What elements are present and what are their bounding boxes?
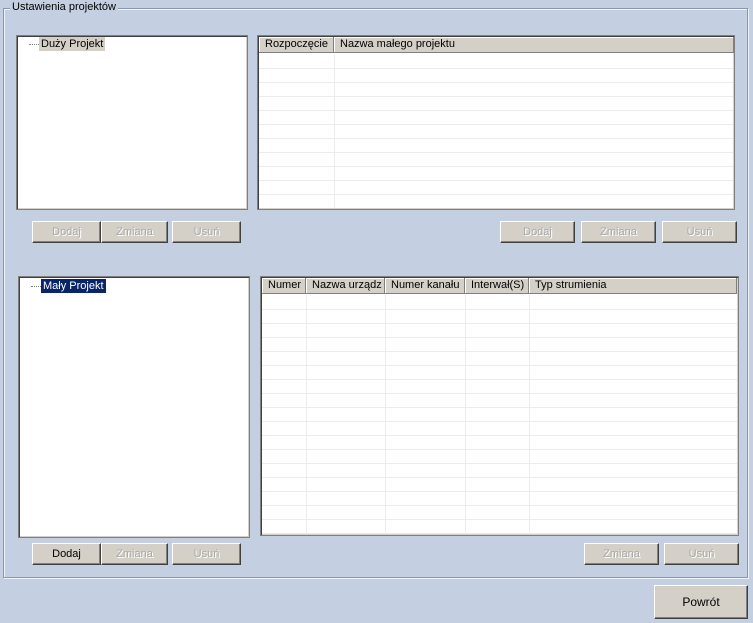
column-header-small-project-name[interactable]: Nazwa małego projektu [334,37,734,53]
small-list-header: Numer Nazwa urządz Numer kanału Interwał… [262,278,737,294]
empty-row-gridline [262,421,737,422]
big-edit-button-right[interactable]: Zmiana [581,221,656,243]
empty-row-gridline [262,477,737,478]
empty-row-gridline [262,393,737,394]
empty-row-gridline [259,82,733,83]
column-header-start[interactable]: Rozpoczęcie [259,37,334,53]
empty-row-gridline [259,138,733,139]
empty-row-gridline [262,351,737,352]
tree-node-big-project[interactable]: Duży Projekt [39,37,106,51]
column-separator [385,295,386,534]
small-delete-button-left[interactable]: Usuń [172,543,241,565]
column-separator [334,54,335,208]
column-header-channel-number[interactable]: Numer kanału [385,278,465,294]
empty-row-gridline [259,124,733,125]
column-separator [529,295,530,534]
column-header-number[interactable]: Numer [262,278,306,294]
small-add-button-left[interactable]: Dodaj [32,543,101,565]
empty-row-gridline [259,152,733,153]
column-header-stream-type[interactable]: Typ strumienia [529,278,737,294]
back-button[interactable]: Powrót [654,585,748,619]
empty-row-gridline [262,337,737,338]
empty-row-gridline [262,533,737,534]
small-list-body [262,295,737,534]
big-delete-button-left[interactable]: Usuń [172,221,241,243]
column-separator [306,295,307,534]
big-list-body [259,54,733,208]
column-header-interval[interactable]: Interwał(S) [465,278,529,294]
big-add-button-right[interactable]: Dodaj [500,221,575,243]
big-add-button-left[interactable]: Dodaj [32,221,101,243]
small-project-list[interactable]: Numer Nazwa urządz Numer kanału Interwał… [260,276,739,536]
empty-row-gridline [259,194,733,195]
empty-row-gridline [262,365,737,366]
empty-row-gridline [262,505,737,506]
big-list-header: Rozpoczęcie Nazwa małego projektu [259,37,734,53]
big-edit-button-left[interactable]: Zmiana [101,221,168,243]
big-delete-button-right[interactable]: Usuń [662,221,737,243]
empty-row-gridline [259,180,733,181]
empty-row-gridline [262,463,737,464]
big-project-tree[interactable]: Duży Projekt [16,35,248,210]
empty-row-gridline [262,407,737,408]
column-separator [465,295,466,534]
empty-row-gridline [262,435,737,436]
empty-row-gridline [262,323,737,324]
empty-row-gridline [259,166,733,167]
small-delete-button-right[interactable]: Usuń [664,543,739,565]
empty-row-gridline [262,309,737,310]
empty-row-gridline [262,449,737,450]
project-settings-title: Ustawienia projektów [10,1,118,14]
empty-row-gridline [259,96,733,97]
empty-row-gridline [259,110,733,111]
empty-row-gridline [262,491,737,492]
empty-row-gridline [262,519,737,520]
small-edit-button-left[interactable]: Zmiana [101,543,168,565]
big-project-list[interactable]: Rozpoczęcie Nazwa małego projektu [257,35,735,210]
empty-row-gridline [262,379,737,380]
column-header-device-name[interactable]: Nazwa urządz [306,278,385,294]
tree-node-small-project[interactable]: Mały Projekt [41,279,106,293]
empty-row-gridline [259,68,733,69]
small-edit-button-right[interactable]: Zmiana [584,543,659,565]
small-project-tree[interactable]: Mały Projekt [18,276,250,538]
